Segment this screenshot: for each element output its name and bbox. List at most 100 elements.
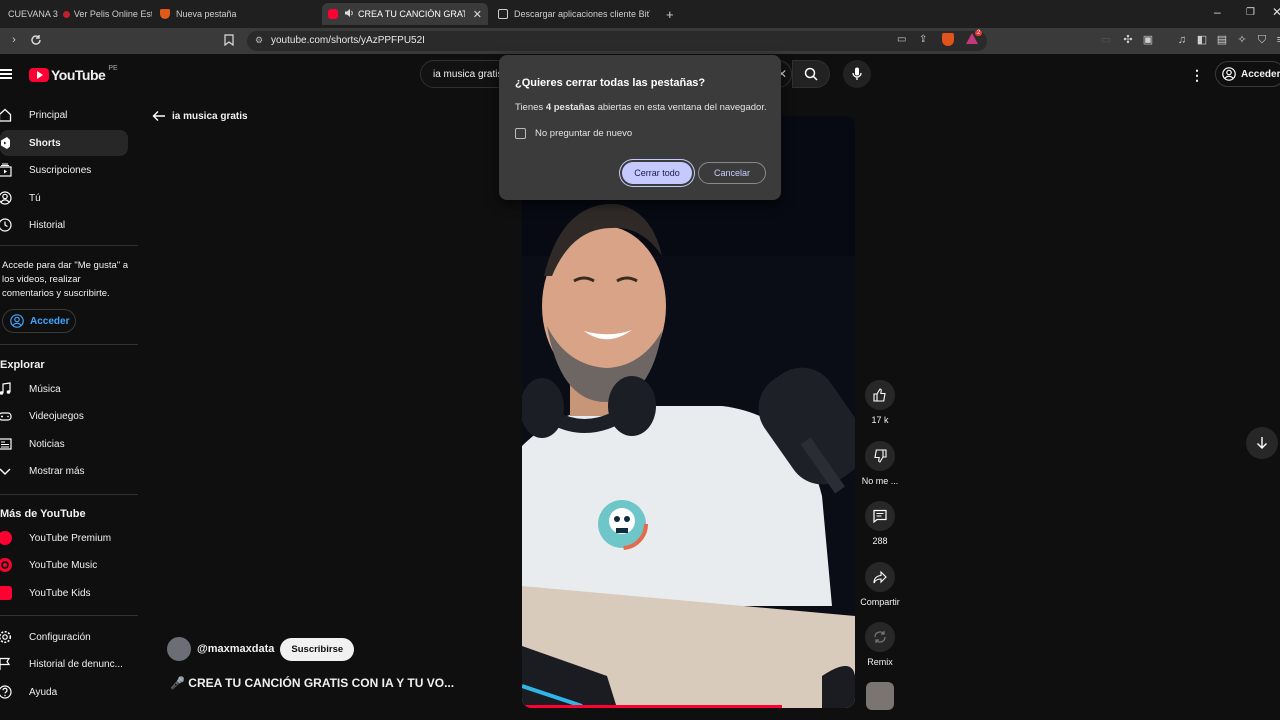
sound-thumbnail[interactable] <box>866 682 894 710</box>
help-icon <box>0 685 12 699</box>
short-title[interactable]: 🎤 CREA TU CANCIÓN GRATIS CON IA Y TU VO.… <box>170 676 454 690</box>
close-tabs-dialog: ¿Quieres cerrar todas las pestañas? Tien… <box>499 55 781 200</box>
history-icon <box>0 218 12 232</box>
sidebar-item-videojuegos[interactable]: Videojuegos <box>0 403 128 429</box>
site-settings-icon[interactable]: ⚙ <box>255 35 263 46</box>
shorts-video[interactable] <box>522 116 855 708</box>
youtube-music-icon <box>0 558 12 572</box>
comments-button[interactable]: 288 <box>860 501 900 546</box>
back-label: ia musica gratis <box>172 110 248 122</box>
sidebar-item-musica[interactable]: Música <box>0 376 128 402</box>
next-short-button[interactable] <box>1246 427 1278 459</box>
share-button[interactable]: Compartir <box>857 562 903 607</box>
minimize-icon[interactable]: – <box>1214 5 1221 19</box>
share-icon[interactable]: ⇪ <box>919 34 927 45</box>
dont-ask-again-checkbox[interactable] <box>515 128 526 139</box>
youtube-logo[interactable]: YouTube PE <box>29 64 118 83</box>
like-button[interactable]: 17 k <box>860 380 900 425</box>
speaker-icon[interactable] <box>344 8 354 20</box>
remix-label: Remix <box>867 657 893 667</box>
extension-disabled-icon[interactable]: ▭ <box>1100 34 1112 46</box>
dislike-button[interactable]: No me ... <box>860 441 900 486</box>
sidebar-item-youtube-music[interactable]: YouTube Music <box>0 552 128 578</box>
dont-ask-again-label: No preguntar de nuevo <box>535 128 633 139</box>
bookmark-icon[interactable] <box>223 34 235 47</box>
voice-search-button[interactable] <box>843 60 871 88</box>
sidebar-icon[interactable]: ◧ <box>1196 34 1208 46</box>
leo-ai-icon[interactable]: ✧ <box>1236 34 1248 46</box>
sidebar-item-label: Suscripciones <box>29 164 92 176</box>
search-icon <box>804 67 818 81</box>
back-link[interactable]: ia musica gratis <box>152 110 248 122</box>
divider <box>0 615 138 616</box>
puzzle-icon[interactable]: ✣ <box>1122 34 1134 46</box>
browser-toolbar: › ⚙ youtube.com/shorts/yAzPPFPU52I ▭ ⇪ 2… <box>0 28 1280 54</box>
dialog-body: Tienes 4 pestañas abiertas en esta venta… <box>515 102 767 113</box>
remix-button[interactable]: Remix <box>860 622 900 667</box>
close-all-button[interactable]: Cerrar todo <box>622 162 692 184</box>
tab-bittorrent[interactable]: Descargar aplicaciones cliente BitTor... <box>492 3 658 25</box>
tab-crea-tu-cancion[interactable]: CREA TU CANCIÓN GRAT... ✕ <box>322 3 488 25</box>
close-window-icon[interactable]: ✕ <box>1272 5 1280 19</box>
sidebar-item-principal[interactable]: Principal <box>0 102 128 128</box>
dont-ask-again-row[interactable]: No preguntar de nuevo <box>515 128 632 139</box>
new-tab-button[interactable]: + <box>660 3 680 25</box>
more-options-icon[interactable]: ⋮ <box>1190 67 1204 84</box>
sidebar-signin-button[interactable]: Acceder <box>2 309 76 333</box>
close-tab-icon[interactable]: ✕ <box>473 8 482 21</box>
sidebar-item-shorts[interactable]: Shorts <box>0 130 128 156</box>
channel-avatar[interactable] <box>167 637 191 661</box>
channel-name[interactable]: @maxmaxdata <box>197 643 274 655</box>
newspaper-icon <box>0 438 12 450</box>
tab-nueva-pestana[interactable]: Nueva pestaña <box>154 3 314 25</box>
brave-shields-icon[interactable] <box>942 33 954 46</box>
sidebar-item-label: Configuración <box>29 631 91 643</box>
hamburger-menu-icon[interactable] <box>0 69 12 79</box>
sidebar-item-suscripciones[interactable]: Suscripciones <box>0 157 128 183</box>
tab-cuevana[interactable]: CUEVANA 3 Ver Pelis Online Estr... <box>2 3 152 25</box>
menu-icon[interactable]: ≡ <box>1274 34 1280 46</box>
sidebar-item-configuracion[interactable]: Configuración <box>0 624 128 650</box>
country-code: PE <box>108 64 118 72</box>
sidebar-item-mostrar-mas[interactable]: Mostrar más <box>0 458 128 484</box>
cancel-button[interactable]: Cancelar <box>698 162 766 184</box>
wallet-icon[interactable]: ▤ <box>1216 34 1228 46</box>
dislike-label: No me ... <box>861 476 899 486</box>
video-progress-bar[interactable] <box>522 705 782 708</box>
sidebar-signin-label: Acceder <box>30 315 70 327</box>
address-bar[interactable]: ⚙ youtube.com/shorts/yAzPPFPU52I ▭ ⇪ 2 <box>247 30 987 51</box>
tab-label: CUEVANA 3 <box>8 9 58 19</box>
sidebar-item-ayuda[interactable]: Ayuda <box>0 679 128 705</box>
subscribe-button[interactable]: Suscribirse <box>280 637 355 661</box>
sidebar-item-label: Noticias <box>29 438 65 450</box>
dialog-body-count: 4 pestañas <box>545 102 595 113</box>
sidebar-item-noticias[interactable]: Noticias <box>0 431 128 457</box>
sidebar-item-historial[interactable]: Historial <box>0 212 128 238</box>
maximize-icon[interactable]: ❐ <box>1246 7 1255 18</box>
dialog-body-text: Tienes <box>515 102 546 113</box>
url-text: youtube.com/shorts/yAzPPFPU52I <box>271 35 425 46</box>
sidebar-item-youtube-premium[interactable]: YouTube Premium <box>0 525 128 551</box>
comment-icon <box>865 501 895 531</box>
cast-icon[interactable]: ▭ <box>897 34 906 45</box>
vpn-icon[interactable]: ⛉ <box>1256 34 1268 46</box>
youtube-kids-icon <box>0 586 12 600</box>
rewards-badge: 2 <box>975 30 983 36</box>
tab-search-icon[interactable]: ▣ <box>1142 34 1154 46</box>
sidebar-item-label: Mostrar más <box>29 465 85 477</box>
sidebar-item-label: Historial de denunc... <box>29 658 123 670</box>
tab-label: CREA TU CANCIÓN GRAT... <box>358 9 465 19</box>
signin-button[interactable]: Acceder <box>1215 61 1280 87</box>
arrow-down-icon <box>1257 437 1267 449</box>
signin-label: Acceder <box>1241 68 1280 80</box>
sidebar-item-youtube-kids[interactable]: YouTube Kids <box>0 580 128 606</box>
sidebar-item-tu[interactable]: Tú <box>0 185 128 211</box>
sidebar-item-label: Tú <box>29 192 41 204</box>
sidebar-item-historial-denuncias[interactable]: Historial de denunc... <box>0 651 128 677</box>
search-button[interactable] <box>792 60 830 88</box>
thumbs-down-icon <box>865 441 895 471</box>
search-input[interactable]: ia musica gratis <box>433 69 502 80</box>
media-icon[interactable]: ♫ <box>1176 34 1188 46</box>
reload-icon[interactable] <box>30 34 42 46</box>
forward-icon[interactable]: › <box>8 34 20 46</box>
